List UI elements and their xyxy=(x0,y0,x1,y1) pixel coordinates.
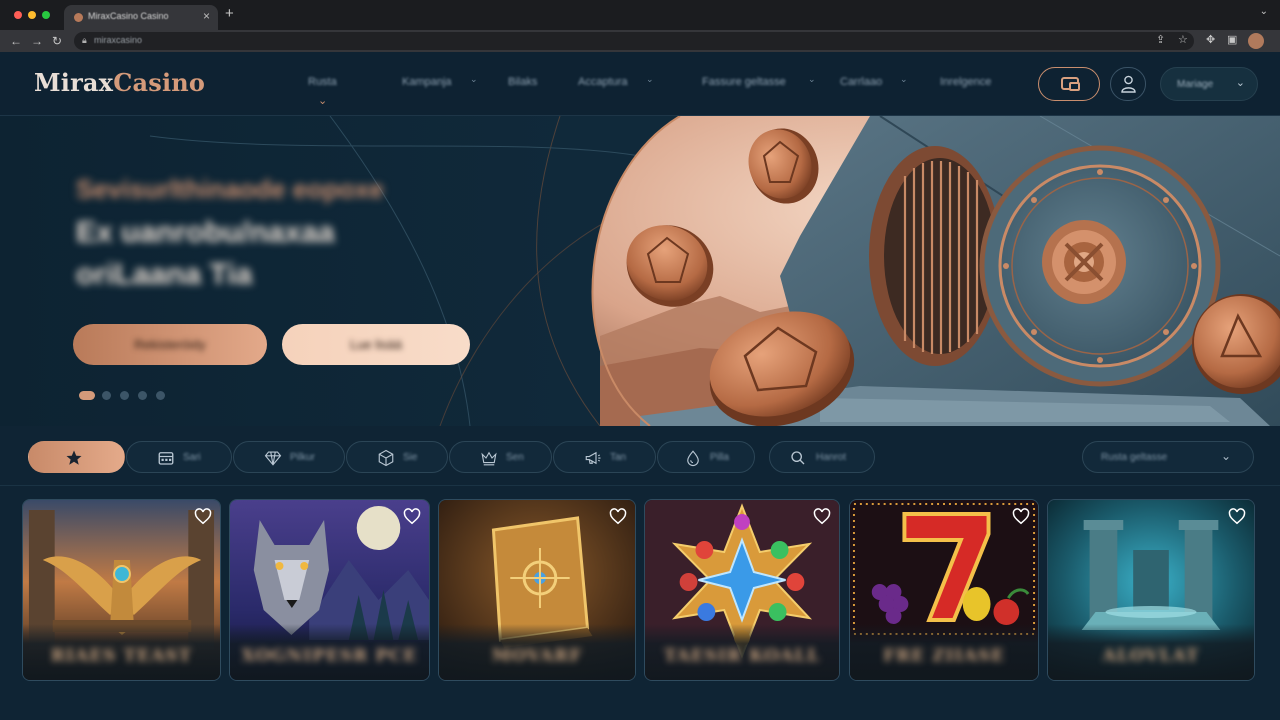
account-button[interactable] xyxy=(1110,67,1146,101)
logo-part-1: Mirax xyxy=(34,68,114,97)
game-title: ALOVLAT xyxy=(1102,646,1200,666)
sidebar-icon[interactable]: ▣ xyxy=(1227,33,1237,46)
heart-icon[interactable] xyxy=(403,508,421,525)
chevron-down-icon: ⌄ xyxy=(646,74,654,84)
nav-item-2[interactable]: Kampanja xyxy=(402,76,452,88)
new-tab-button[interactable]: + xyxy=(225,5,234,22)
megaphone-icon xyxy=(585,451,601,465)
nav-item-3[interactable]: Bilaks xyxy=(508,76,537,88)
back-icon[interactable]: ← xyxy=(10,33,22,49)
search-icon xyxy=(791,451,805,465)
game-filter-bar: Sari Pilkur Sie Sen Tan Pilla Hanrot Rus… xyxy=(0,426,1280,486)
game-title: RIAES TEAST xyxy=(50,646,193,666)
game-title: FRE ZIIASE xyxy=(883,646,1005,666)
game-search-button[interactable]: Hanrot xyxy=(769,441,875,473)
dice-icon xyxy=(378,449,394,467)
game-title: TAESIR KOALL xyxy=(663,646,821,666)
bookmark-star-icon[interactable]: ☆ xyxy=(1178,33,1188,46)
heart-icon[interactable] xyxy=(194,508,212,525)
calendar-icon xyxy=(158,452,174,465)
language-select[interactable]: Mariage ⌄ xyxy=(1160,67,1258,101)
tab-search-chevron-icon[interactable]: ⌄ xyxy=(1260,6,1268,17)
filter-chip-6[interactable]: Tan xyxy=(553,441,656,473)
drop-icon xyxy=(687,450,699,466)
heart-icon[interactable] xyxy=(609,508,627,525)
chevron-down-icon: ⌄ xyxy=(900,74,908,84)
game-card[interactable]: ALOVLAT xyxy=(1047,499,1255,681)
filter-chip-2[interactable]: Sari xyxy=(126,441,232,473)
game-card[interactable]: XOGNIPESR PCE xyxy=(229,499,430,681)
reload-icon[interactable]: ↻ xyxy=(52,33,62,49)
browser-tab[interactable]: MiraxCasino Casino × xyxy=(64,5,218,30)
game-card[interactable]: TAESIR KOALL xyxy=(644,499,840,681)
url-text: miraxcasino xyxy=(94,35,143,45)
crown-icon xyxy=(481,451,497,466)
close-window-button[interactable] xyxy=(14,11,22,19)
game-card[interactable]: FRE ZIIASE xyxy=(849,499,1039,681)
game-card[interactable]: MOVARF xyxy=(438,499,636,681)
chevron-down-icon: ⌄ xyxy=(1220,449,1231,463)
chevron-down-icon: ⌄ xyxy=(808,74,816,84)
nav-item-5[interactable]: Fassure geltasse xyxy=(702,76,786,88)
casino-site: MiraxCasino Rusta ⌄ Kampanja ⌄ Bilaks Ac… xyxy=(0,52,1280,720)
game-title: XOGNIPESR PCE xyxy=(241,646,418,666)
nav-active-chevron-icon: ⌄ xyxy=(318,95,328,107)
heart-icon[interactable] xyxy=(813,508,831,525)
filter-chip-3[interactable]: Pilkur xyxy=(233,441,345,473)
filter-chip-label: Sari xyxy=(183,452,201,463)
heart-icon[interactable] xyxy=(1012,508,1030,525)
logo-part-2: Casino xyxy=(113,68,206,97)
site-logo[interactable]: MiraxCasino xyxy=(34,68,205,97)
maximize-window-button[interactable] xyxy=(42,11,50,19)
heart-icon[interactable] xyxy=(1228,508,1246,525)
profile-avatar[interactable] xyxy=(1248,33,1264,49)
filter-chip-label: Sen xyxy=(506,452,524,463)
filter-chip-favourites[interactable] xyxy=(28,441,125,473)
tab-strip: MiraxCasino Casino × + ⌄ xyxy=(0,0,1280,30)
language-label: Mariage xyxy=(1177,79,1214,90)
chevron-down-icon: ⌄ xyxy=(1235,77,1245,89)
nav-item-6[interactable]: Carrlaao xyxy=(840,76,882,88)
game-grid: RIAES TEAST XOGNIPESR PCE MOVARF TAESIR … xyxy=(0,487,1280,720)
browser-chrome: MiraxCasino Casino × + ⌄ ← → ↻ 🔒︎ miraxc… xyxy=(0,0,1280,52)
favicon-icon xyxy=(74,13,83,22)
user-icon xyxy=(1121,75,1136,93)
forward-icon[interactable]: → xyxy=(31,33,43,49)
nav-item-home[interactable]: Rusta xyxy=(308,76,337,88)
filter-chip-5[interactable]: Sen xyxy=(449,441,552,473)
site-header: MiraxCasino Rusta ⌄ Kampanja ⌄ Bilaks Ac… xyxy=(0,52,1280,116)
star-icon xyxy=(66,450,82,465)
sort-select[interactable]: Rusta geltasse ⌄ xyxy=(1082,441,1254,473)
nav-item-7[interactable]: Inrelgence xyxy=(940,76,991,88)
filter-chip-label: Sie xyxy=(403,452,418,463)
filter-chip-label: Pilkur xyxy=(290,452,316,463)
minimize-window-button[interactable] xyxy=(28,11,36,19)
filter-chip-7[interactable]: Pilla xyxy=(657,441,755,473)
filter-chip-label: Tan xyxy=(610,452,627,463)
nav-item-4[interactable]: Accaptura xyxy=(578,76,628,88)
game-title: MOVARF xyxy=(491,646,583,666)
diamond-icon xyxy=(264,451,282,466)
tab-title: MiraxCasino Casino xyxy=(88,11,169,21)
wallet-icon xyxy=(1061,77,1080,91)
wallet-button[interactable] xyxy=(1038,67,1100,101)
filter-chip-label: Pilla xyxy=(710,452,729,463)
game-card[interactable]: RIAES TEAST xyxy=(22,499,221,681)
extensions-icon[interactable]: ✥ xyxy=(1206,33,1215,46)
chevron-down-icon: ⌄ xyxy=(470,74,478,84)
hero-banner: Sevisurlthinaode eopoxe Ex uanrobu/naxaa… xyxy=(0,116,1280,426)
close-tab-icon[interactable]: × xyxy=(203,9,210,23)
hero-vault-illustration xyxy=(591,116,1280,426)
lock-icon: 🔒︎ xyxy=(82,35,87,45)
share-icon[interactable]: ⇪ xyxy=(1156,33,1165,46)
sort-label: Rusta geltasse xyxy=(1101,452,1168,463)
filter-chip-4[interactable]: Sie xyxy=(346,441,448,473)
browser-toolbar: ← → ↻ 🔒︎ miraxcasino ⇪ ☆ ✥ ▣ xyxy=(0,30,1280,52)
search-label: Hanrot xyxy=(816,452,847,463)
address-bar[interactable]: 🔒︎ miraxcasino xyxy=(74,32,1194,50)
